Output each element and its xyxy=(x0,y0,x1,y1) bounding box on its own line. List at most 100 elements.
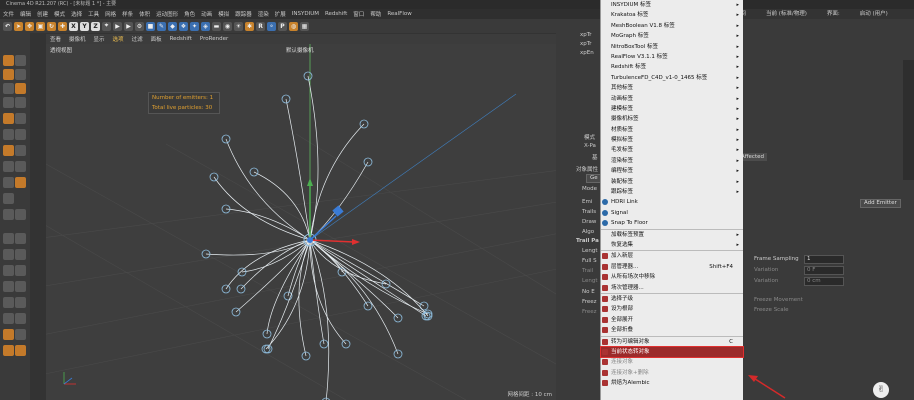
tool-icon[interactable] xyxy=(3,113,14,124)
menu-item[interactable]: 编辑 xyxy=(17,10,34,18)
context-menu-item[interactable]: NitroBoxTool 标签 ▸ xyxy=(601,42,743,52)
tool-icon[interactable] xyxy=(15,345,26,356)
tool-icon[interactable] xyxy=(3,265,14,276)
context-menu-item[interactable]: 烘焙为Alembic xyxy=(601,378,743,388)
mograph-icon[interactable]: ✦ xyxy=(190,21,199,31)
render-picture-icon[interactable]: ▶ xyxy=(124,21,133,31)
tool-icon[interactable] xyxy=(15,329,26,340)
python-icon[interactable]: P xyxy=(278,21,287,31)
tool-icon[interactable] xyxy=(3,69,14,80)
redshift-icon[interactable]: R xyxy=(256,21,265,31)
context-menu-item[interactable]: MoGraph 标签 ▸ xyxy=(601,31,743,41)
context-menu-item[interactable]: 跟踪标签 ▸ xyxy=(601,187,743,197)
menu-item[interactable]: Redshift xyxy=(322,11,350,17)
current-mode-dropdown[interactable]: 当前 (标准/物理) xyxy=(766,9,807,17)
recent-tool-icon[interactable]: ✚ xyxy=(58,21,67,31)
menu-item[interactable]: 模式 xyxy=(51,10,68,18)
deformer-icon[interactable]: ◈ xyxy=(201,21,210,31)
axis-y-button[interactable]: Y xyxy=(80,21,89,31)
context-menu-item[interactable]: 当前状态转对象 xyxy=(600,345,744,359)
tool-icon[interactable] xyxy=(15,297,26,308)
tool-icon[interactable] xyxy=(15,161,26,172)
menu-item[interactable]: 角色 xyxy=(181,10,198,18)
grid-icon[interactable]: ▦ xyxy=(300,21,309,31)
context-menu-item[interactable]: MeshBoolean V1.8 标签 ▸ xyxy=(601,21,743,31)
menu-item[interactable]: INSYDIUM xyxy=(289,11,322,17)
tool-icon[interactable] xyxy=(15,97,26,108)
context-menu-item[interactable]: Signal xyxy=(601,208,743,218)
context-menu-item[interactable]: 建模标签 ▸ xyxy=(601,104,743,114)
ik-icon[interactable]: ⚬ xyxy=(267,21,276,31)
menu-item[interactable]: 窗口 xyxy=(350,10,367,18)
menu-item[interactable]: 跟踪器 xyxy=(232,10,255,18)
menu-item[interactable]: 模拟 xyxy=(215,10,232,18)
tool-icon[interactable] xyxy=(15,55,26,66)
context-menu-item[interactable]: RealFlow V3.1.1 标签 ▸ xyxy=(601,52,743,62)
context-menu-item[interactable]: HDRI Link xyxy=(601,197,743,207)
add-emitter-button[interactable]: Add Emitter xyxy=(860,199,901,208)
tool-icon[interactable] xyxy=(15,265,26,276)
mode-row[interactable]: Mode xyxy=(582,186,597,192)
context-menu-item[interactable]: 设为根部 xyxy=(601,304,743,314)
realflow-icon[interactable]: ◍ xyxy=(289,21,298,31)
axis-x-button[interactable]: X xyxy=(69,21,78,31)
tool-icon[interactable] xyxy=(15,177,26,188)
context-menu-item[interactable]: INSYDIUM 标签 ▸ xyxy=(601,0,743,10)
frame-sampling-field[interactable]: 1 xyxy=(804,255,844,264)
object-item-2[interactable]: xpTr xyxy=(580,41,592,47)
tool-icon[interactable] xyxy=(3,345,14,356)
tool-icon[interactable] xyxy=(3,97,14,108)
menu-item[interactable]: 选择 xyxy=(68,10,85,18)
coordinate-system-icon[interactable]: ⌖ xyxy=(102,21,111,31)
menu-item[interactable]: 渲染 xyxy=(255,10,272,18)
scale-icon[interactable]: ▣ xyxy=(36,21,45,31)
trail-row[interactable]: Trail xyxy=(582,268,593,274)
tool-icon[interactable] xyxy=(3,209,14,220)
floor-icon[interactable]: ▬ xyxy=(212,21,221,31)
menu-item[interactable]: 样条 xyxy=(119,10,136,18)
rotate-icon[interactable]: ↻ xyxy=(47,21,56,31)
tool-icon[interactable] xyxy=(3,193,14,204)
length-row[interactable]: Lengt xyxy=(582,248,598,254)
tool-icon[interactable] xyxy=(3,129,14,140)
menu-item[interactable]: 创建 xyxy=(34,10,51,18)
draw-row[interactable]: Draw xyxy=(582,219,596,225)
context-menu-item[interactable]: Snap To Floor xyxy=(601,218,743,228)
context-menu-item[interactable]: 全部展开 xyxy=(601,315,743,325)
context-menu-item[interactable]: 编程标签 ▸ xyxy=(601,166,743,176)
context-menu-item[interactable]: 从所有场次中移除 xyxy=(601,272,743,282)
tool-icon[interactable] xyxy=(3,297,14,308)
tool-icon[interactable] xyxy=(15,313,26,324)
context-menu-item[interactable]: 模拟标签 ▸ xyxy=(601,135,743,145)
xparticles-icon[interactable]: ✱ xyxy=(245,21,254,31)
tool-icon[interactable] xyxy=(3,249,14,260)
trails-row[interactable]: Trails xyxy=(582,209,596,215)
viewport-menu-item[interactable]: 查看 xyxy=(46,35,65,43)
variation2-field[interactable]: 0 cm xyxy=(804,277,844,286)
viewport-menu-item[interactable]: 过滤 xyxy=(128,35,147,43)
menu-item[interactable]: 运动图形 xyxy=(153,10,181,18)
layout-dropdown[interactable]: 启动 (用户) xyxy=(860,9,888,17)
context-menu-item[interactable]: 恢复选集 ▸ xyxy=(601,240,743,250)
object-item-1[interactable]: xpTr xyxy=(580,32,592,38)
attr-mode-label[interactable]: 模式 xyxy=(584,133,595,141)
context-menu-item[interactable]: TurbulenceFD_C4D_v1-0_1465 标签 ▸ xyxy=(601,73,743,83)
context-menu-item[interactable]: 毛发标签 ▸ xyxy=(601,145,743,155)
tool-icon[interactable] xyxy=(3,145,14,156)
menu-item[interactable]: 体积 xyxy=(136,10,153,18)
tool-icon[interactable] xyxy=(15,145,26,156)
context-menu-item[interactable]: 层管理器... Shift+F4 xyxy=(601,262,743,272)
tool-icon[interactable] xyxy=(15,209,26,220)
menu-item[interactable]: RealFlow xyxy=(384,11,414,17)
no-emit-row[interactable]: No E xyxy=(582,289,595,295)
context-menu-item[interactable]: 其他标签 ▸ xyxy=(601,83,743,93)
context-menu-item[interactable]: Krakatoa 标签 ▸ xyxy=(601,10,743,20)
viewport-menu-item[interactable]: 显示 xyxy=(90,35,109,43)
undo-icon[interactable]: ↶ xyxy=(3,21,12,31)
xparticles-tab[interactable]: X-Pa xyxy=(584,143,596,149)
tool-icon[interactable] xyxy=(15,69,26,80)
algorithm-row[interactable]: Algo xyxy=(582,229,594,235)
variation1-field[interactable]: 0 F xyxy=(804,266,844,275)
menu-item[interactable]: 帮助 xyxy=(367,10,384,18)
tool-icon[interactable] xyxy=(3,281,14,292)
